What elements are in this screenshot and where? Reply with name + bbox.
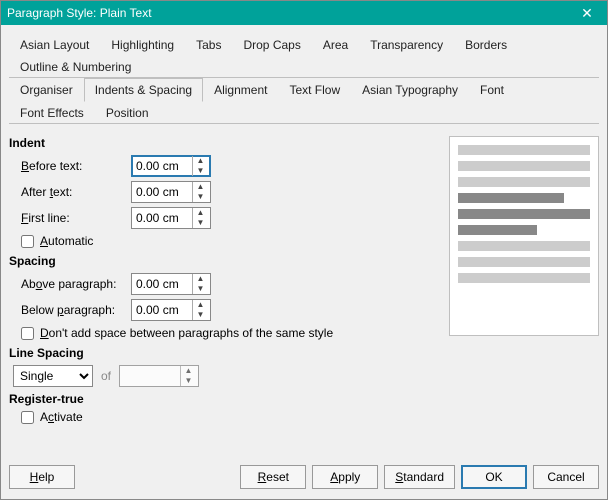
row-after-text: After text: ▲▼ — [21, 180, 441, 204]
form-column: Indent Before text: ▲▼ After text: ▲▼ — [9, 132, 441, 430]
label-before-text: Before text: — [21, 159, 131, 173]
section-linespacing-title: Line Spacing — [9, 346, 441, 360]
label-below-paragraph: Below paragraph: — [21, 303, 131, 317]
tab-position[interactable]: Position — [95, 101, 160, 124]
spin-buttons[interactable]: ▲▼ — [192, 300, 208, 320]
label-dont-add-space: Don't add space between paragraphs of th… — [40, 326, 333, 340]
tab-indents-spacing[interactable]: Indents & Spacing — [84, 78, 203, 102]
label-after-text: After text: — [21, 185, 131, 199]
tab-row-1: Asian Layout Highlighting Tabs Drop Caps… — [9, 33, 599, 78]
preview-line — [458, 193, 564, 203]
help-button[interactable]: Help — [9, 465, 75, 489]
tab-row-2: Organiser Indents & Spacing Alignment Te… — [9, 78, 599, 124]
chevron-up-icon[interactable]: ▲ — [193, 156, 208, 166]
row-above-paragraph: Above paragraph: ▲▼ — [21, 272, 441, 296]
spin-below-paragraph[interactable]: ▲▼ — [131, 299, 211, 321]
standard-button[interactable]: Standard — [384, 465, 455, 489]
spin-buttons[interactable]: ▲▼ — [192, 156, 208, 176]
section-indent-title: Indent — [9, 136, 441, 150]
tab-font[interactable]: Font — [469, 78, 515, 102]
preview-line — [458, 257, 590, 267]
chevron-up-icon[interactable]: ▲ — [181, 366, 196, 376]
chevron-down-icon[interactable]: ▼ — [193, 192, 208, 202]
preview-box — [449, 136, 599, 336]
tab-area[interactable]: Area — [312, 33, 359, 56]
input-first-line[interactable] — [132, 208, 192, 228]
chevron-down-icon[interactable]: ▼ — [181, 376, 196, 386]
chevron-up-icon[interactable]: ▲ — [193, 300, 208, 310]
label-automatic: Automatic — [40, 234, 93, 248]
tab-asian-layout[interactable]: Asian Layout — [9, 33, 100, 56]
tab-highlighting[interactable]: Highlighting — [100, 33, 185, 56]
tab-alignment[interactable]: Alignment — [203, 78, 278, 102]
spin-buttons[interactable]: ▲▼ — [192, 182, 208, 202]
row-first-line: First line: ▲▼ — [21, 206, 441, 230]
dialog-footer: Help Reset Apply Standard OK Cancel — [9, 465, 599, 489]
label-first-line: First line: — [21, 211, 131, 225]
reset-button[interactable]: Reset — [240, 465, 306, 489]
row-below-paragraph: Below paragraph: ▲▼ — [21, 298, 441, 322]
spin-buttons[interactable]: ▲▼ — [180, 366, 196, 386]
spin-buttons[interactable]: ▲▼ — [192, 208, 208, 228]
chevron-down-icon[interactable]: ▼ — [193, 284, 208, 294]
chevron-down-icon[interactable]: ▼ — [193, 310, 208, 320]
tab-outline-numbering[interactable]: Outline & Numbering — [9, 55, 142, 78]
input-above-paragraph[interactable] — [132, 274, 192, 294]
tab-tabs[interactable]: Tabs — [185, 33, 232, 56]
input-of-value[interactable] — [120, 366, 180, 386]
label-of: of — [101, 369, 111, 383]
row-dont-add-space: Don't add space between paragraphs of th… — [21, 326, 441, 340]
tab-drop-caps[interactable]: Drop Caps — [232, 33, 311, 56]
preview-line — [458, 241, 590, 251]
spin-buttons[interactable]: ▲▼ — [192, 274, 208, 294]
spin-after-text[interactable]: ▲▼ — [131, 181, 211, 203]
section-spacing-title: Spacing — [9, 254, 441, 268]
preview-line — [458, 145, 590, 155]
close-icon[interactable]: ✕ — [573, 5, 601, 22]
label-activate: Activate — [40, 410, 83, 424]
titlebar: Paragraph Style: Plain Text ✕ — [1, 1, 607, 25]
chevron-down-icon[interactable]: ▼ — [193, 218, 208, 228]
preview-line — [458, 161, 590, 171]
tab-transparency[interactable]: Transparency — [359, 33, 454, 56]
dialog-content: Asian Layout Highlighting Tabs Drop Caps… — [1, 25, 607, 499]
cancel-button[interactable]: Cancel — [533, 465, 599, 489]
tab-text-flow[interactable]: Text Flow — [278, 78, 351, 102]
select-line-spacing[interactable]: Single — [13, 365, 93, 387]
tab-pane: Indent Before text: ▲▼ After text: ▲▼ — [9, 124, 599, 430]
row-before-text: Before text: ▲▼ — [21, 154, 441, 178]
section-register-title: Register-true — [9, 392, 441, 406]
row-activate: Activate — [21, 410, 441, 424]
window-title: Paragraph Style: Plain Text — [7, 6, 573, 20]
preview-line — [458, 209, 590, 219]
label-above-paragraph: Above paragraph: — [21, 277, 131, 291]
preview-line — [458, 225, 537, 235]
tab-font-effects[interactable]: Font Effects — [9, 101, 95, 124]
tab-borders[interactable]: Borders — [454, 33, 518, 56]
chevron-up-icon[interactable]: ▲ — [193, 274, 208, 284]
spin-of-value[interactable]: ▲▼ — [119, 365, 199, 387]
ok-button[interactable]: OK — [461, 465, 527, 489]
checkbox-activate[interactable] — [21, 411, 34, 424]
input-before-text[interactable] — [132, 156, 192, 176]
spin-above-paragraph[interactable]: ▲▼ — [131, 273, 211, 295]
dialog-window: Paragraph Style: Plain Text ✕ Asian Layo… — [0, 0, 608, 500]
chevron-up-icon[interactable]: ▲ — [193, 208, 208, 218]
input-after-text[interactable] — [132, 182, 192, 202]
row-automatic: Automatic — [21, 234, 441, 248]
spacer — [81, 465, 234, 489]
checkbox-dont-add-space[interactable] — [21, 327, 34, 340]
tab-organiser[interactable]: Organiser — [9, 78, 84, 102]
apply-button[interactable]: Apply — [312, 465, 378, 489]
tab-asian-typography[interactable]: Asian Typography — [351, 78, 469, 102]
input-below-paragraph[interactable] — [132, 300, 192, 320]
preview-line — [458, 273, 590, 283]
chevron-down-icon[interactable]: ▼ — [193, 166, 208, 176]
chevron-up-icon[interactable]: ▲ — [193, 182, 208, 192]
spin-before-text[interactable]: ▲▼ — [131, 155, 211, 177]
preview-line — [458, 177, 590, 187]
row-line-spacing: Single of ▲▼ — [13, 364, 441, 388]
checkbox-automatic[interactable] — [21, 235, 34, 248]
spin-first-line[interactable]: ▲▼ — [131, 207, 211, 229]
